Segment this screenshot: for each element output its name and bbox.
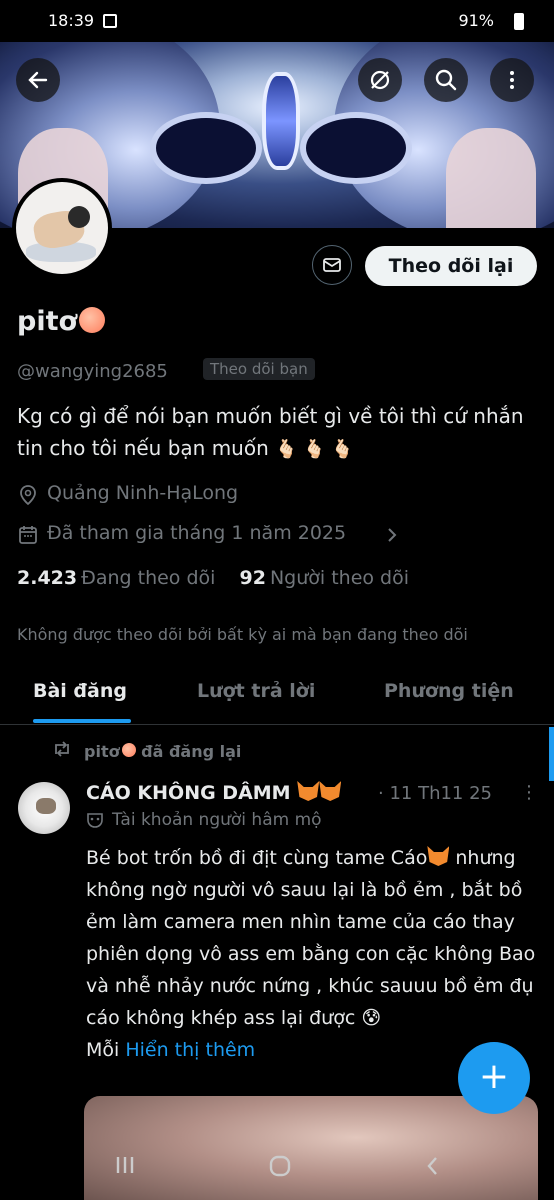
- peach-emoji-icon: [121, 743, 136, 757]
- profile-joined-date: Đã tham gia tháng 1 năm 2025: [47, 522, 347, 544]
- profile-tabs: Bài đăng Lượt trả lời Phương tiện: [0, 660, 554, 725]
- calendar-icon: [19, 526, 37, 544]
- followers-label: Người theo dõi: [269, 567, 410, 589]
- profile-avatar[interactable]: [12, 178, 112, 278]
- profile-handle: @wangying2685: [17, 361, 168, 382]
- peach-emoji-icon: [79, 307, 106, 333]
- bio-emoji: 🫰🏻 🫰🏻 🫰🏻: [275, 439, 354, 460]
- avatar-image: [16, 182, 108, 274]
- back-button[interactable]: [16, 58, 60, 102]
- show-more-link[interactable]: Hiển thị thêm: [125, 1039, 255, 1061]
- location-icon: [20, 485, 36, 506]
- follow-stats: 2.423 Đang theo dõi 92 Người theo dõi: [17, 567, 409, 589]
- author-text: CÁO KHÔNG DÂMM: [86, 782, 291, 804]
- back-nav-icon[interactable]: [424, 1154, 442, 1178]
- bio-text: Kg có gì để nói bạn muốn biết gì về tôi …: [17, 404, 524, 460]
- not-followed-note: Không được theo dõi bởi bất kỳ ai mà bạn…: [17, 625, 468, 644]
- fox-emoji-icon: [427, 846, 450, 866]
- tab-posts[interactable]: Bài đăng: [33, 680, 127, 702]
- profile-name-text: pitơ: [17, 306, 78, 337]
- repost-indicator[interactable]: pitơ đã đăng lại: [84, 742, 241, 761]
- repost-label: đã đăng lại: [141, 742, 242, 761]
- battery-icon: [514, 13, 524, 30]
- plus-icon: +: [478, 1056, 510, 1097]
- followers-link[interactable]: 92 Người theo dõi: [239, 567, 409, 589]
- search-button[interactable]: [424, 58, 468, 102]
- back-arrow-icon: [28, 71, 48, 89]
- avatar-art-3: [68, 206, 90, 228]
- post-text-line2: nhưng không ngờ người vô sauu lại là bồ …: [86, 847, 536, 1029]
- more-vertical-icon: [510, 71, 514, 89]
- post-text-prefix: Mỗi: [86, 1039, 120, 1061]
- home-icon[interactable]: [268, 1154, 292, 1178]
- profile-name: pitơ: [17, 306, 106, 337]
- more-options-button[interactable]: [490, 58, 534, 102]
- status-bar: 18:39 91%: [0, 0, 554, 42]
- gallery-icon: [103, 14, 117, 28]
- post-text-line1: Bé bot trốn bồ đi địt cùng tame Cáo: [86, 847, 428, 869]
- fan-account-label: Tài khoản người hâm mộ: [112, 810, 322, 830]
- banner-art-eye-right: [300, 112, 412, 184]
- recent-apps-icon[interactable]: [114, 1154, 136, 1176]
- tab-replies[interactable]: Lượt trả lời: [197, 680, 315, 702]
- fox-emoji-icon: [297, 781, 320, 801]
- active-tab-indicator: [33, 719, 131, 723]
- envelope-icon: [323, 258, 341, 272]
- grok-button[interactable]: [358, 58, 402, 102]
- status-time: 18:39: [48, 11, 95, 30]
- followers-count: 92: [239, 567, 266, 589]
- message-button[interactable]: [312, 245, 352, 285]
- chevron-right-icon[interactable]: [385, 526, 399, 544]
- banner-art-hand-right: [446, 128, 536, 228]
- post-author-name[interactable]: CÁO KHÔNG DÂMM: [86, 781, 342, 804]
- search-icon: [435, 69, 457, 91]
- post-body[interactable]: Bé bot trốn bồ đi địt cùng tame Cáo nhưn…: [86, 842, 541, 1066]
- following-label: Đang theo dõi: [81, 567, 216, 589]
- grok-icon: [370, 70, 390, 90]
- profile-bio: Kg có gì để nói bạn muốn biết gì về tôi …: [17, 400, 537, 466]
- repost-icon: [55, 741, 69, 757]
- fox-emoji-icon: [319, 781, 342, 801]
- flushed-emoji: 😰: [361, 1007, 382, 1029]
- following-count: 2.423: [17, 567, 78, 589]
- repost-user: pitơ: [84, 742, 120, 761]
- follow-back-button[interactable]: Theo dõi lại: [365, 246, 537, 286]
- profile-location: Quảng Ninh-HạLong: [47, 482, 239, 504]
- avatar-art-4: [36, 798, 56, 814]
- post-author-avatar[interactable]: [18, 782, 70, 834]
- compose-button[interactable]: +: [458, 1042, 530, 1114]
- post-date[interactable]: · 11 Th11 25: [378, 783, 492, 804]
- following-link[interactable]: 2.423 Đang theo dõi: [17, 567, 215, 589]
- scrollbar[interactable]: [549, 727, 554, 781]
- mask-icon: [87, 813, 103, 828]
- status-battery: 91%: [458, 11, 494, 30]
- system-nav-bar: [0, 1130, 554, 1200]
- follows-you-badge: Theo dõi bạn: [203, 358, 315, 380]
- banner-art-eye-left: [150, 112, 262, 184]
- tab-media[interactable]: Phương tiện: [384, 680, 514, 702]
- banner-art-gem: [262, 72, 300, 170]
- post-more-icon[interactable]: ⋮: [520, 782, 538, 803]
